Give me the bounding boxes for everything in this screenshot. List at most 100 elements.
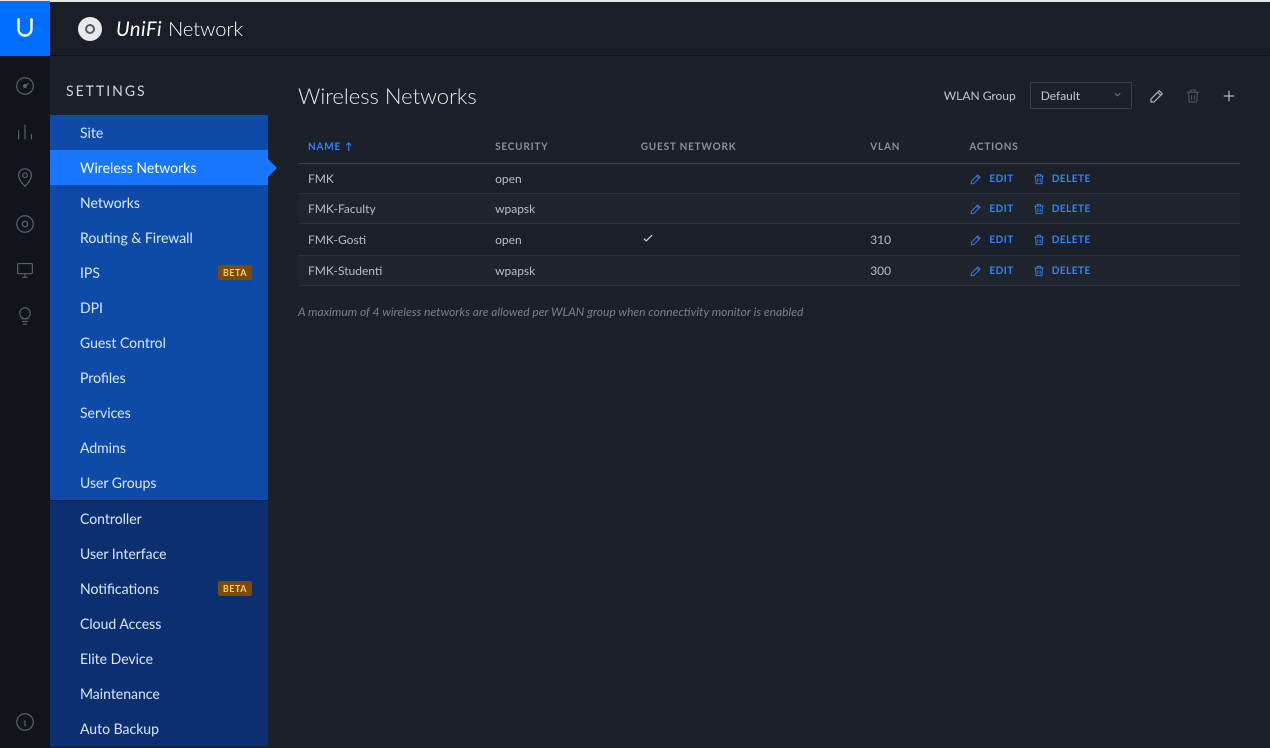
edit-button[interactable]: EDIT [969,233,1013,247]
add-network-button[interactable] [1218,85,1240,107]
sidebar-item-label: Profiles [80,369,126,386]
sidebar-item-label: IPS [80,264,100,281]
settings-sidebar: SETTINGS Site Wireless Networks Networks Ro… [50,56,268,748]
sidebar-item-user-groups[interactable]: User Groups [50,465,268,500]
edit-button[interactable]: EDIT [969,264,1013,278]
sidebar-item-cloud-access[interactable]: Cloud Access [50,606,268,641]
table-row[interactable]: FMK-Gostiopen310EDITDELETE [298,224,1240,256]
delete-label: DELETE [1052,265,1091,277]
edit-label: EDIT [989,203,1013,215]
nav-rail [0,56,50,748]
sidebar-item-maintenance[interactable]: Maintenance [50,676,268,711]
cell-vlan [860,164,959,194]
cell-guest [631,224,860,256]
topbar: UniFi Network [0,0,1270,56]
col-name-label: NAME [308,141,341,153]
sidebar-item-routing-firewall[interactable]: Routing & Firewall [50,220,268,255]
sidebar-item-label: Services [80,404,131,421]
sidebar-item-notifications[interactable]: Notifications BETA [50,571,268,606]
brand-network: Network [168,17,243,41]
cell-guest [631,194,860,224]
sidebar-title: SETTINGS [50,56,268,115]
col-name[interactable]: NAME ↑ [298,131,485,164]
delete-label: DELETE [1052,203,1091,215]
table-row[interactable]: FMK-FacultywpapskEDITDELETE [298,194,1240,224]
cell-security: wpapsk [485,194,631,224]
sidebar-item-ips[interactable]: IPS BETA [50,255,268,290]
beta-badge: BETA [218,581,252,596]
sidebar-item-label: Guest Control [80,334,166,351]
sidebar-item-label: Auto Backup [80,720,159,737]
cell-vlan: 310 [860,224,959,256]
cell-actions: EDIT DELETE [959,256,1240,286]
insights-icon[interactable] [13,304,37,328]
content-header: Wireless Networks WLAN Group Default [298,82,1240,109]
table-row[interactable]: FMKopenEDITDELETE [298,164,1240,194]
sidebar-item-label: Notifications [80,580,159,597]
cell-name: FMK-Studenti [298,256,485,286]
sidebar-item-user-interface[interactable]: User Interface [50,536,268,571]
delete-button[interactable]: DELETE [1032,264,1091,278]
sidebar-item-label: Cloud Access [80,615,161,632]
sidebar-item-admins[interactable]: Admins [50,430,268,465]
content-area: Wireless Networks WLAN Group Default [268,56,1270,748]
info-icon[interactable] [13,710,37,734]
delete-button[interactable]: DELETE [1032,172,1091,186]
brand-unifi: UniFi [116,17,162,41]
sidebar-item-label: Controller [80,510,142,527]
sidebar-item-label: Routing & Firewall [80,229,193,246]
edit-group-button[interactable] [1146,85,1168,107]
cell-vlan: 300 [860,256,959,286]
col-security[interactable]: SECURITY [485,131,631,164]
cell-actions: EDIT DELETE [959,224,1240,256]
delete-button[interactable]: DELETE [1032,202,1091,216]
wlan-group-label: WLAN Group [944,88,1016,103]
cell-security: open [485,164,631,194]
sidebar-item-wireless-networks[interactable]: Wireless Networks [50,150,268,185]
controller-icon[interactable] [78,17,102,41]
edit-label: EDIT [989,234,1013,246]
edit-button[interactable]: EDIT [969,202,1013,216]
sidebar-item-site[interactable]: Site [50,115,268,150]
cell-guest [631,164,860,194]
sidebar-item-controller[interactable]: Controller [50,501,268,536]
cell-security: wpapsk [485,256,631,286]
networks-table: NAME ↑ SECURITY GUEST NETWORK VLAN ACTION… [298,131,1240,286]
sidebar-item-label: Admins [80,439,126,456]
sidebar-item-guest-control[interactable]: Guest Control [50,325,268,360]
devices-icon[interactable] [13,212,37,236]
edit-button[interactable]: EDIT [969,172,1013,186]
delete-label: DELETE [1052,173,1091,185]
sidebar-item-networks[interactable]: Networks [50,185,268,220]
statistics-icon[interactable] [13,120,37,144]
col-vlan[interactable]: VLAN [860,131,959,164]
delete-label: DELETE [1052,234,1091,246]
sidebar-item-profiles[interactable]: Profiles [50,360,268,395]
clients-icon[interactable] [13,258,37,282]
unifi-logo[interactable] [0,1,50,57]
sidebar-item-label: Elite Device [80,650,153,667]
map-icon[interactable] [13,166,37,190]
check-icon [641,233,655,248]
sidebar-item-label: Maintenance [80,685,160,702]
sidebar-item-elite-device[interactable]: Elite Device [50,641,268,676]
sort-asc-icon: ↑ [345,141,353,153]
sidebar-item-auto-backup[interactable]: Auto Backup [50,711,268,746]
sidebar-item-services[interactable]: Services [50,395,268,430]
edit-label: EDIT [989,173,1013,185]
edit-label: EDIT [989,265,1013,277]
table-row[interactable]: FMK-Studentiwpapsk 300 EDIT DELETE [298,256,1240,286]
delete-button[interactable]: DELETE [1032,233,1091,247]
wlan-group-select[interactable]: Default [1030,82,1132,109]
cell-actions: EDIT DELETE [959,164,1240,194]
sidebar-item-label: Wireless Networks [80,159,196,176]
beta-badge: BETA [218,265,252,280]
cell-vlan [860,194,959,224]
dashboard-icon[interactable] [13,74,37,98]
cell-security: open [485,224,631,256]
col-guest[interactable]: GUEST NETWORK [631,131,860,164]
delete-group-button [1182,85,1204,107]
sidebar-item-dpi[interactable]: DPI [50,290,268,325]
cell-actions: EDIT DELETE [959,194,1240,224]
col-actions: ACTIONS [959,131,1240,164]
